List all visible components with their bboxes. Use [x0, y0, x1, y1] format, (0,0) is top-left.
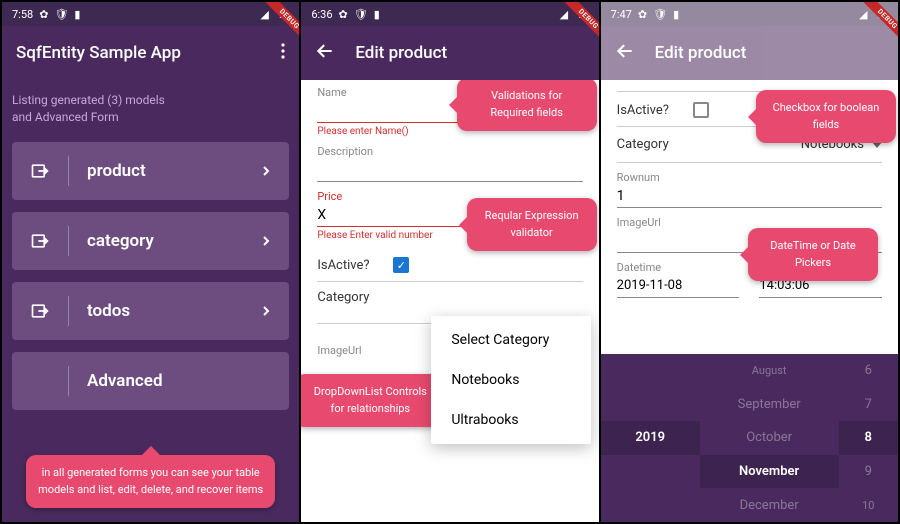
picker-cell[interactable]: 8 [839, 421, 898, 455]
home-subtitle: Listing generated (3) models and Advance… [12, 92, 289, 126]
doc-icon: ▮ [673, 8, 679, 21]
back-button[interactable] [615, 41, 635, 65]
screen-home: DEBUG 7:58 ✿ 🛡 ▮ ◢ ▲ SqfEntity Sample Ap… [2, 2, 299, 522]
chevron-right-icon [261, 236, 271, 246]
date-value[interactable]: 2019-11-08 [617, 274, 740, 298]
picker-cell[interactable]: September [700, 388, 839, 422]
model-label: Advanced [87, 371, 271, 391]
field-label: IsActive? [317, 258, 379, 273]
picker-cell[interactable]: August [700, 354, 839, 388]
home-body: Listing generated (3) models and Advance… [2, 80, 299, 522]
dropdown-item[interactable]: Notebooks [431, 360, 590, 400]
category-dropdown[interactable]: Select Category Notebooks Ultrabooks [431, 316, 590, 444]
picker-cell[interactable] [601, 388, 700, 422]
gear-icon: ✿ [39, 8, 48, 21]
picker-cell[interactable]: 7 [839, 388, 898, 422]
gear-icon: ✿ [638, 8, 647, 21]
model-button-todos[interactable]: todos [12, 282, 289, 340]
model-button-category[interactable]: category [12, 212, 289, 270]
form-body: Name Please enter Name() Description Pri… [301, 80, 598, 522]
picker-month-col[interactable]: August September October November Decemb… [700, 354, 839, 522]
field-rownum: Rownum [617, 171, 882, 208]
status-bar: 7:47 ✿ 🛡 ▮ ◢ ▲ [601, 2, 898, 26]
gear-icon: ✿ [339, 8, 348, 21]
back-button[interactable] [315, 41, 335, 65]
wifi-icon: ◢ [560, 8, 572, 20]
arrow-left-icon [315, 41, 335, 61]
picker-year-col[interactable]: 2019 [601, 354, 700, 522]
open-icon [30, 161, 50, 181]
field-label: IsActive? [617, 103, 679, 118]
status-time: 7:58 [12, 8, 33, 21]
screen-edit-1: DEBUG 6:36 ✿ 🛡 ▮ ◢ ▲ Edit product Name P… [301, 2, 598, 522]
picker-cell[interactable]: 2019 [601, 421, 700, 455]
picker-cell[interactable]: November [700, 455, 839, 489]
open-icon [30, 301, 50, 321]
field-label: Rownum [617, 171, 882, 184]
chevron-right-icon [261, 166, 271, 176]
wifi-icon: ◢ [859, 8, 871, 20]
doc-icon: ▮ [374, 8, 380, 21]
callout-dropdown: DropDownList Controls for relationships [301, 374, 445, 427]
shield-icon: 🛡 [54, 8, 68, 21]
doc-icon: ▮ [74, 8, 80, 21]
model-label: product [87, 161, 243, 181]
shield-icon: 🛡 [354, 8, 368, 21]
field-description: Description [317, 145, 582, 182]
picker-cell[interactable]: 6 [839, 354, 898, 388]
picker-cell[interactable] [601, 354, 700, 388]
model-label: category [87, 231, 243, 251]
picker-cell[interactable] [601, 488, 700, 522]
picker-cell[interactable]: 9 [839, 455, 898, 489]
rownum-input[interactable] [617, 184, 882, 208]
arrow-left-icon [615, 41, 635, 61]
shield-icon: 🛡 [653, 8, 667, 21]
callout-forms: in all generated forms you can see your … [26, 455, 275, 508]
screen-edit-2: DEBUG 7:47 ✿ 🛡 ▮ ◢ ▲ Edit product IsActi… [601, 2, 898, 522]
status-time: 6:36 [311, 8, 332, 21]
picker-cell[interactable]: 10 [839, 488, 898, 522]
picker-day-col[interactable]: 6 7 8 9 10 [839, 354, 898, 522]
model-button-product[interactable]: product [12, 142, 289, 200]
picker-cell[interactable]: December [700, 488, 839, 522]
dropdown-item[interactable]: Select Category [431, 320, 590, 360]
field-label: Category [617, 137, 669, 152]
chevron-right-icon [261, 306, 271, 316]
open-icon [30, 231, 50, 251]
app-title: SqfEntity Sample App [16, 43, 181, 63]
picker-cell[interactable] [601, 455, 700, 489]
field-isactive[interactable]: IsActive? ✓ [317, 249, 582, 282]
callout-required: Validations for Required fields [457, 80, 597, 131]
callout-regex: Reqular Expression validator [467, 198, 597, 251]
app-title: Edit product [655, 43, 747, 63]
checkbox-icon[interactable]: ✓ [393, 257, 409, 273]
status-bar: 7:58 ✿ 🛡 ▮ ◢ ▲ [2, 2, 299, 26]
description-input[interactable] [317, 158, 582, 182]
field-label: Category [317, 290, 379, 305]
status-time: 7:47 [611, 8, 632, 21]
wifi-icon: ◢ [260, 8, 272, 20]
date-picker[interactable]: 2019 August September October November D… [601, 354, 898, 522]
field-label: Description [317, 145, 582, 158]
dropdown-item[interactable]: Ultrabooks [431, 400, 590, 440]
app-title: Edit product [355, 43, 447, 63]
status-bar: 6:36 ✿ 🛡 ▮ ◢ ▲ [301, 2, 598, 26]
model-button-advanced[interactable]: Advanced [12, 352, 289, 410]
form-body: IsActive? Category Notebooks Rownum Imag… [601, 80, 898, 522]
checkbox-icon[interactable] [693, 102, 709, 118]
more-icon[interactable] [281, 43, 285, 63]
callout-checkbox: Checkbox for boolean fields [756, 90, 896, 143]
picker-cell[interactable]: October [700, 421, 839, 455]
app-bar: Edit product [601, 26, 898, 80]
app-bar: Edit product [301, 26, 598, 80]
model-label: todos [87, 301, 243, 321]
app-bar: SqfEntity Sample App [2, 26, 299, 80]
callout-datetime: DateTime or Date Pickers [748, 228, 878, 281]
